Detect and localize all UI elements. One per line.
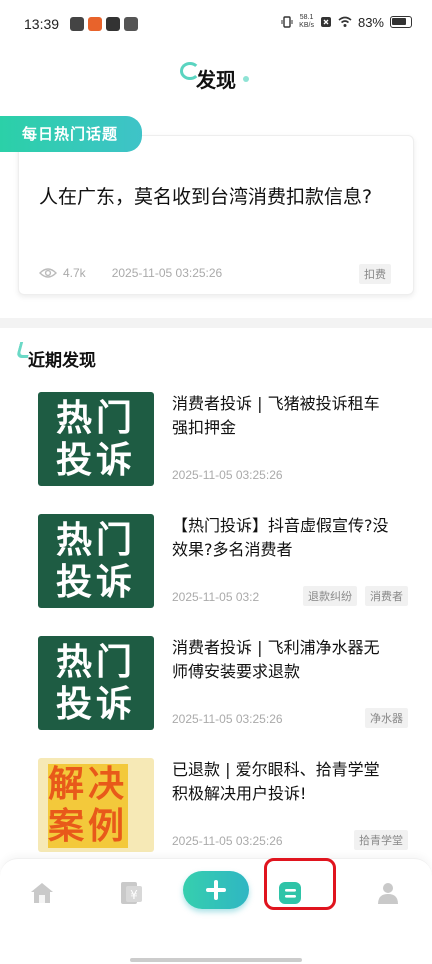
app-notification-icon (124, 17, 138, 31)
svg-text:¥: ¥ (130, 888, 138, 902)
item-tag[interactable]: 净水器 (365, 708, 408, 728)
profile-icon (378, 883, 398, 904)
thumb-text-line: 热门 (55, 398, 136, 439)
thumb-text-line: 解决 (48, 764, 129, 805)
item-date: 2025-11-05 03:25:26 (172, 834, 283, 848)
item-title: 消费者投诉 | 飞猪被投诉租车强扣押金 (172, 394, 380, 437)
item-date: 2025-11-05 03:25:26 (172, 712, 283, 726)
battery-icon (390, 16, 412, 28)
page-header: 发现 (0, 52, 432, 102)
item-tags: 净水器 (365, 708, 408, 728)
home-indicator[interactable] (130, 958, 302, 962)
item-date: 2025-11-05 03:2 (172, 590, 260, 604)
bottom-nav: ¥ (0, 858, 432, 964)
list-item[interactable]: 热门 投诉 【热门投诉】抖音虚假宣传?没效果?多名消费者 2025-11-05 … (22, 514, 414, 624)
item-tags: 退款纠纷 消费者 (303, 586, 408, 606)
item-title: 【热门投诉】抖音虚假宣传?没效果?多名消费者 (172, 516, 389, 559)
status-time: 13:39 (24, 16, 60, 32)
add-icon (206, 880, 226, 900)
wifi-icon (338, 16, 352, 27)
item-tag[interactable]: 拾青学堂 (354, 830, 408, 850)
item-thumbnail: 解决 案例 (38, 758, 154, 852)
battery-percent: 83% (357, 14, 384, 30)
thumb-text-line: 案例 (48, 806, 129, 847)
status-app-icons (70, 17, 138, 31)
status-bar: 13:39 58.1 KB/s 83% (0, 0, 432, 52)
net-speed-value: 58.1 (299, 14, 314, 21)
hot-topic-date: 2025-11-05 03:25:26 (111, 266, 223, 280)
item-tags: 拾青学堂 (354, 830, 408, 850)
nav-home-button[interactable] (22, 873, 62, 913)
item-thumbnail: 热门 投诉 (38, 514, 154, 608)
item-title: 消费者投诉 | 飞利浦净水器无师傅安装要求退款 (172, 638, 380, 681)
vibrate-icon (281, 16, 293, 28)
bill-icon: ¥ (121, 882, 142, 904)
list-item[interactable]: 解决 案例 已退款 | 爱尔眼科、拾青学堂积极解决用户投诉! 2025-11-0… (22, 758, 414, 868)
discover-highlight-box (264, 858, 336, 910)
item-title: 已退款 | 爱尔眼科、拾青学堂积极解决用户投诉! (172, 760, 380, 803)
thumb-text-line: 投诉 (55, 684, 136, 725)
thumb-text-line: 热门 (55, 520, 136, 561)
net-speed-unit: KB/s (299, 22, 314, 29)
hot-topic-title: 人在广东，莫名收到台湾消费扣款信息? (39, 186, 373, 208)
net-speed: 58.1 KB/s (299, 14, 314, 30)
thumb-text-line: 投诉 (55, 440, 136, 481)
list-item[interactable]: 热门 投诉 消费者投诉 | 飞猪被投诉租车强扣押金 2025-11-05 03:… (22, 392, 414, 502)
section-divider (0, 318, 432, 328)
item-thumbnail: 热门 投诉 (38, 636, 154, 730)
daily-hot-topic-banner: 每日热门话题 (0, 116, 142, 152)
nav-bill-button[interactable]: ¥ (110, 873, 150, 913)
app-notification-icon (88, 17, 102, 31)
item-date: 2025-11-05 03:25:26 (172, 468, 283, 482)
page-title: 发现 (196, 68, 236, 92)
hot-topic-tag[interactable]: 扣费 (359, 264, 391, 284)
nav-profile-button[interactable] (368, 873, 408, 913)
thumb-text-line: 热门 (55, 642, 136, 683)
app-notification-icon (106, 17, 120, 31)
status-right: 58.1 KB/s 83% (281, 14, 412, 30)
home-icon (31, 883, 53, 903)
title-dot-decoration (243, 76, 249, 82)
thumb-text-line: 投诉 (55, 562, 136, 603)
hot-topic-card[interactable]: 人在广东，莫名收到台湾消费扣款信息? 4.7k 2025-11-05 03:25… (18, 135, 414, 295)
list-item[interactable]: 热门 投诉 消费者投诉 | 飞利浦净水器无师傅安装要求退款 2025-11-05… (22, 636, 414, 746)
item-tag[interactable]: 消费者 (365, 586, 408, 606)
no-sim-icon (320, 17, 331, 27)
item-thumbnail: 热门 投诉 (38, 392, 154, 486)
eye-icon (39, 268, 57, 278)
item-tag[interactable]: 退款纠纷 (303, 586, 357, 606)
hot-topic-views: 4.7k (63, 266, 86, 280)
nav-add-button[interactable] (183, 871, 249, 909)
hot-topic-meta: 4.7k 2025-11-05 03:25:26 (39, 266, 222, 280)
section-title: 近期发现 (28, 351, 96, 371)
app-notification-icon (70, 17, 84, 31)
